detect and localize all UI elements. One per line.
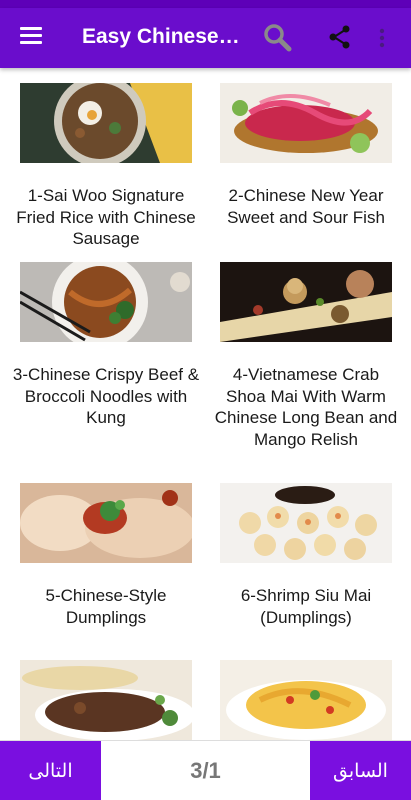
recipe-image: [220, 483, 392, 563]
recipe-caption[interactable]: 5-Chinese-Style Dumplings: [11, 585, 201, 628]
search-icon[interactable]: [262, 22, 292, 52]
recipe-image: [220, 262, 392, 342]
recipe-image: [20, 660, 192, 740]
more-vert-icon[interactable]: [372, 22, 392, 52]
recipe-card[interactable]: 2-Chinese New Year Sweet and Sour Fish: [220, 83, 392, 227]
recipe-card[interactable]: 4-Vietnamese Crab Shoa Mai With Warm Chi…: [215, 262, 397, 449]
recipe-image: [20, 483, 192, 563]
recipe-card[interactable]: [20, 660, 192, 740]
recipe-grid: 1-Sai Woo Signature Fried Rice with Chin…: [0, 68, 411, 740]
recipe-caption[interactable]: 1-Sai Woo Signature Fried Rice with Chin…: [11, 185, 201, 250]
recipe-caption[interactable]: 3-Chinese Crispy Beef & Broccoli Noodles…: [11, 364, 201, 429]
recipe-caption[interactable]: 4-Vietnamese Crab Shoa Mai With Warm Chi…: [211, 364, 401, 450]
next-button[interactable]: التالى: [0, 741, 101, 800]
recipe-card[interactable]: [220, 660, 392, 740]
recipe-caption[interactable]: 6-Shrimp Siu Mai (Dumplings): [211, 585, 401, 628]
app-title: Easy Chinese Recipes: [82, 25, 242, 48]
recipe-image: [220, 83, 392, 163]
menu-icon[interactable]: [20, 26, 44, 48]
recipe-card[interactable]: 6-Shrimp Siu Mai (Dumplings): [220, 483, 392, 627]
recipe-card[interactable]: 1-Sai Woo Signature Fried Rice with Chin…: [16, 83, 196, 248]
recipe-image: [220, 660, 392, 740]
app-bar: Easy Chinese Recipes: [0, 8, 411, 68]
recipe-image: [20, 262, 192, 342]
share-icon[interactable]: [325, 22, 355, 52]
recipe-card[interactable]: 3-Chinese Crispy Beef & Broccoli Noodles…: [13, 262, 199, 427]
bottom-bar: التالى 3/1 السابق: [0, 740, 411, 800]
recipe-image: [20, 83, 192, 163]
page-indicator: 3/1: [190, 758, 221, 783]
previous-button[interactable]: السابق: [310, 741, 411, 800]
recipe-card[interactable]: 5-Chinese-Style Dumplings: [20, 483, 192, 627]
status-bar: [0, 0, 411, 8]
recipe-caption[interactable]: 2-Chinese New Year Sweet and Sour Fish: [211, 185, 401, 228]
